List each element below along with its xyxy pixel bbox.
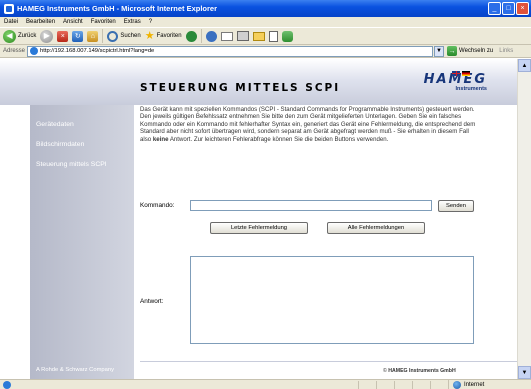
address-label: Adresse (3, 48, 26, 54)
status-cell (376, 381, 394, 389)
english-flag-icon[interactable] (452, 71, 460, 76)
address-url: http://192.168.007.149/scpictrl.html?lan… (40, 48, 155, 54)
last-error-button[interactable]: Letzte Fehlermeldung (210, 222, 308, 234)
window-title: HAMEG Instruments GmbH - Microsoft Inter… (17, 4, 218, 13)
language-flags (452, 71, 470, 76)
menu-ansicht[interactable]: Ansicht (63, 19, 83, 25)
globe-icon (453, 380, 461, 389)
links-label[interactable]: Links (499, 48, 513, 54)
scroll-down-icon[interactable]: ▼ (518, 366, 531, 379)
page-title: STEUERUNG MITTELS SCPI (140, 82, 341, 94)
favorites-label: Favoriten (156, 33, 182, 39)
address-bar: Adresse http://192.168.007.149/scpictrl.… (0, 45, 531, 58)
home-icon[interactable]: ⌂ (87, 30, 99, 42)
favorites-star-icon: ★ (144, 29, 155, 42)
search-label: Suchen (120, 33, 141, 39)
german-flag-icon[interactable] (462, 71, 470, 76)
maximize-button[interactable]: □ (502, 2, 515, 15)
status-cell (430, 381, 448, 389)
scroll-up-icon[interactable]: ▲ (518, 59, 531, 72)
answer-textarea[interactable] (190, 256, 474, 344)
status-cell (412, 381, 430, 389)
ie-page-icon (3, 380, 11, 389)
sidebar-footer: A Rohde & Schwarz Company (36, 367, 114, 373)
status-cell (394, 381, 412, 389)
copyright-notice: © HAMEG Instruments GmbH (383, 368, 456, 374)
messenger-icon[interactable] (281, 30, 293, 42)
copyright-company: HAMEG Instruments GmbH (388, 368, 456, 374)
favorites-button[interactable]: ★ Favoriten (145, 29, 182, 44)
sidebar-item-geraetedaten[interactable]: Gerätedaten (30, 115, 134, 135)
window-controls: _ □ × (488, 2, 529, 15)
sidebar-item-scpi[interactable]: Steuerung mittels SCPI (30, 155, 134, 175)
zone-label: Internet (464, 381, 485, 388)
back-icon: ◀ (3, 29, 16, 43)
folder-icon[interactable] (252, 31, 265, 41)
menu-help[interactable]: ? (149, 19, 152, 25)
menu-bar: Datei Bearbeiten Ansicht Favoriten Extra… (0, 17, 531, 27)
toolbar-separator (200, 29, 202, 43)
sidebar-item-bildschirmdaten[interactable]: Bildschirmdaten (30, 135, 134, 155)
back-label: Zurück (18, 33, 37, 39)
close-button[interactable]: × (516, 2, 529, 15)
description-bold: keine (152, 135, 169, 143)
main-content: STEUERUNG MITTELS SCPI Das Gerät kann mi… (140, 82, 480, 143)
status-cell (358, 381, 376, 389)
menu-datei[interactable]: Datei (4, 19, 18, 25)
go-button[interactable]: → Wechseln zu (447, 46, 493, 56)
sidebar: Gerätedaten Bildschirmdaten Steuerung mi… (30, 105, 134, 379)
menu-extras[interactable]: Extras (124, 19, 141, 25)
window-titlebar: HAMEG Instruments GmbH - Microsoft Inter… (0, 0, 531, 17)
address-input[interactable]: http://192.168.007.149/scpictrl.html?lan… (27, 45, 434, 57)
app-icon (4, 3, 14, 14)
print-icon[interactable] (236, 31, 249, 41)
command-label: Kommando: (140, 202, 175, 209)
answer-label: Antwort: (140, 298, 164, 305)
search-button[interactable]: Suchen (107, 29, 141, 44)
back-button[interactable]: ◀ Zurück (3, 29, 36, 44)
footer-divider (140, 361, 517, 362)
all-errors-button[interactable]: Alle Fehlermeldungen (327, 222, 425, 234)
vertical-scrollbar[interactable]: ▲ ▼ (517, 59, 531, 379)
mail-icon[interactable] (220, 31, 233, 41)
forward-button[interactable]: ▶ (40, 29, 54, 44)
menu-favoriten[interactable]: Favoriten (91, 19, 116, 25)
stop-icon[interactable]: × (57, 30, 69, 42)
send-button[interactable]: Senden (438, 200, 474, 212)
status-cells (358, 381, 448, 389)
go-label: Wechseln zu (459, 48, 494, 54)
command-input[interactable] (190, 200, 432, 211)
address-dropdown-button[interactable]: ▼ (434, 45, 445, 57)
description-text-2: Antwort. Zur leichteren Fehlerabfrage kö… (168, 135, 389, 143)
ie-page-icon (30, 47, 39, 55)
search-icon (107, 30, 119, 42)
minimize-button[interactable]: _ (488, 2, 501, 15)
forward-icon: ▶ (40, 29, 54, 43)
toolbar-separator (102, 29, 104, 43)
go-arrow-icon: → (447, 46, 458, 56)
history-icon[interactable] (205, 30, 217, 42)
menu-bearbeiten[interactable]: Bearbeiten (26, 19, 55, 25)
document-icon[interactable] (268, 30, 278, 42)
status-bar: Internet (0, 379, 531, 389)
page-description: Das Gerät kann mit speziellen Kommandos … (140, 106, 480, 143)
security-zone: Internet (448, 380, 484, 389)
media-icon[interactable] (185, 30, 197, 42)
refresh-icon[interactable]: ↻ (72, 30, 84, 42)
toolbar: ◀ Zurück ▶ × ↻ ⌂ Suchen ★ Favoriten (0, 27, 531, 45)
